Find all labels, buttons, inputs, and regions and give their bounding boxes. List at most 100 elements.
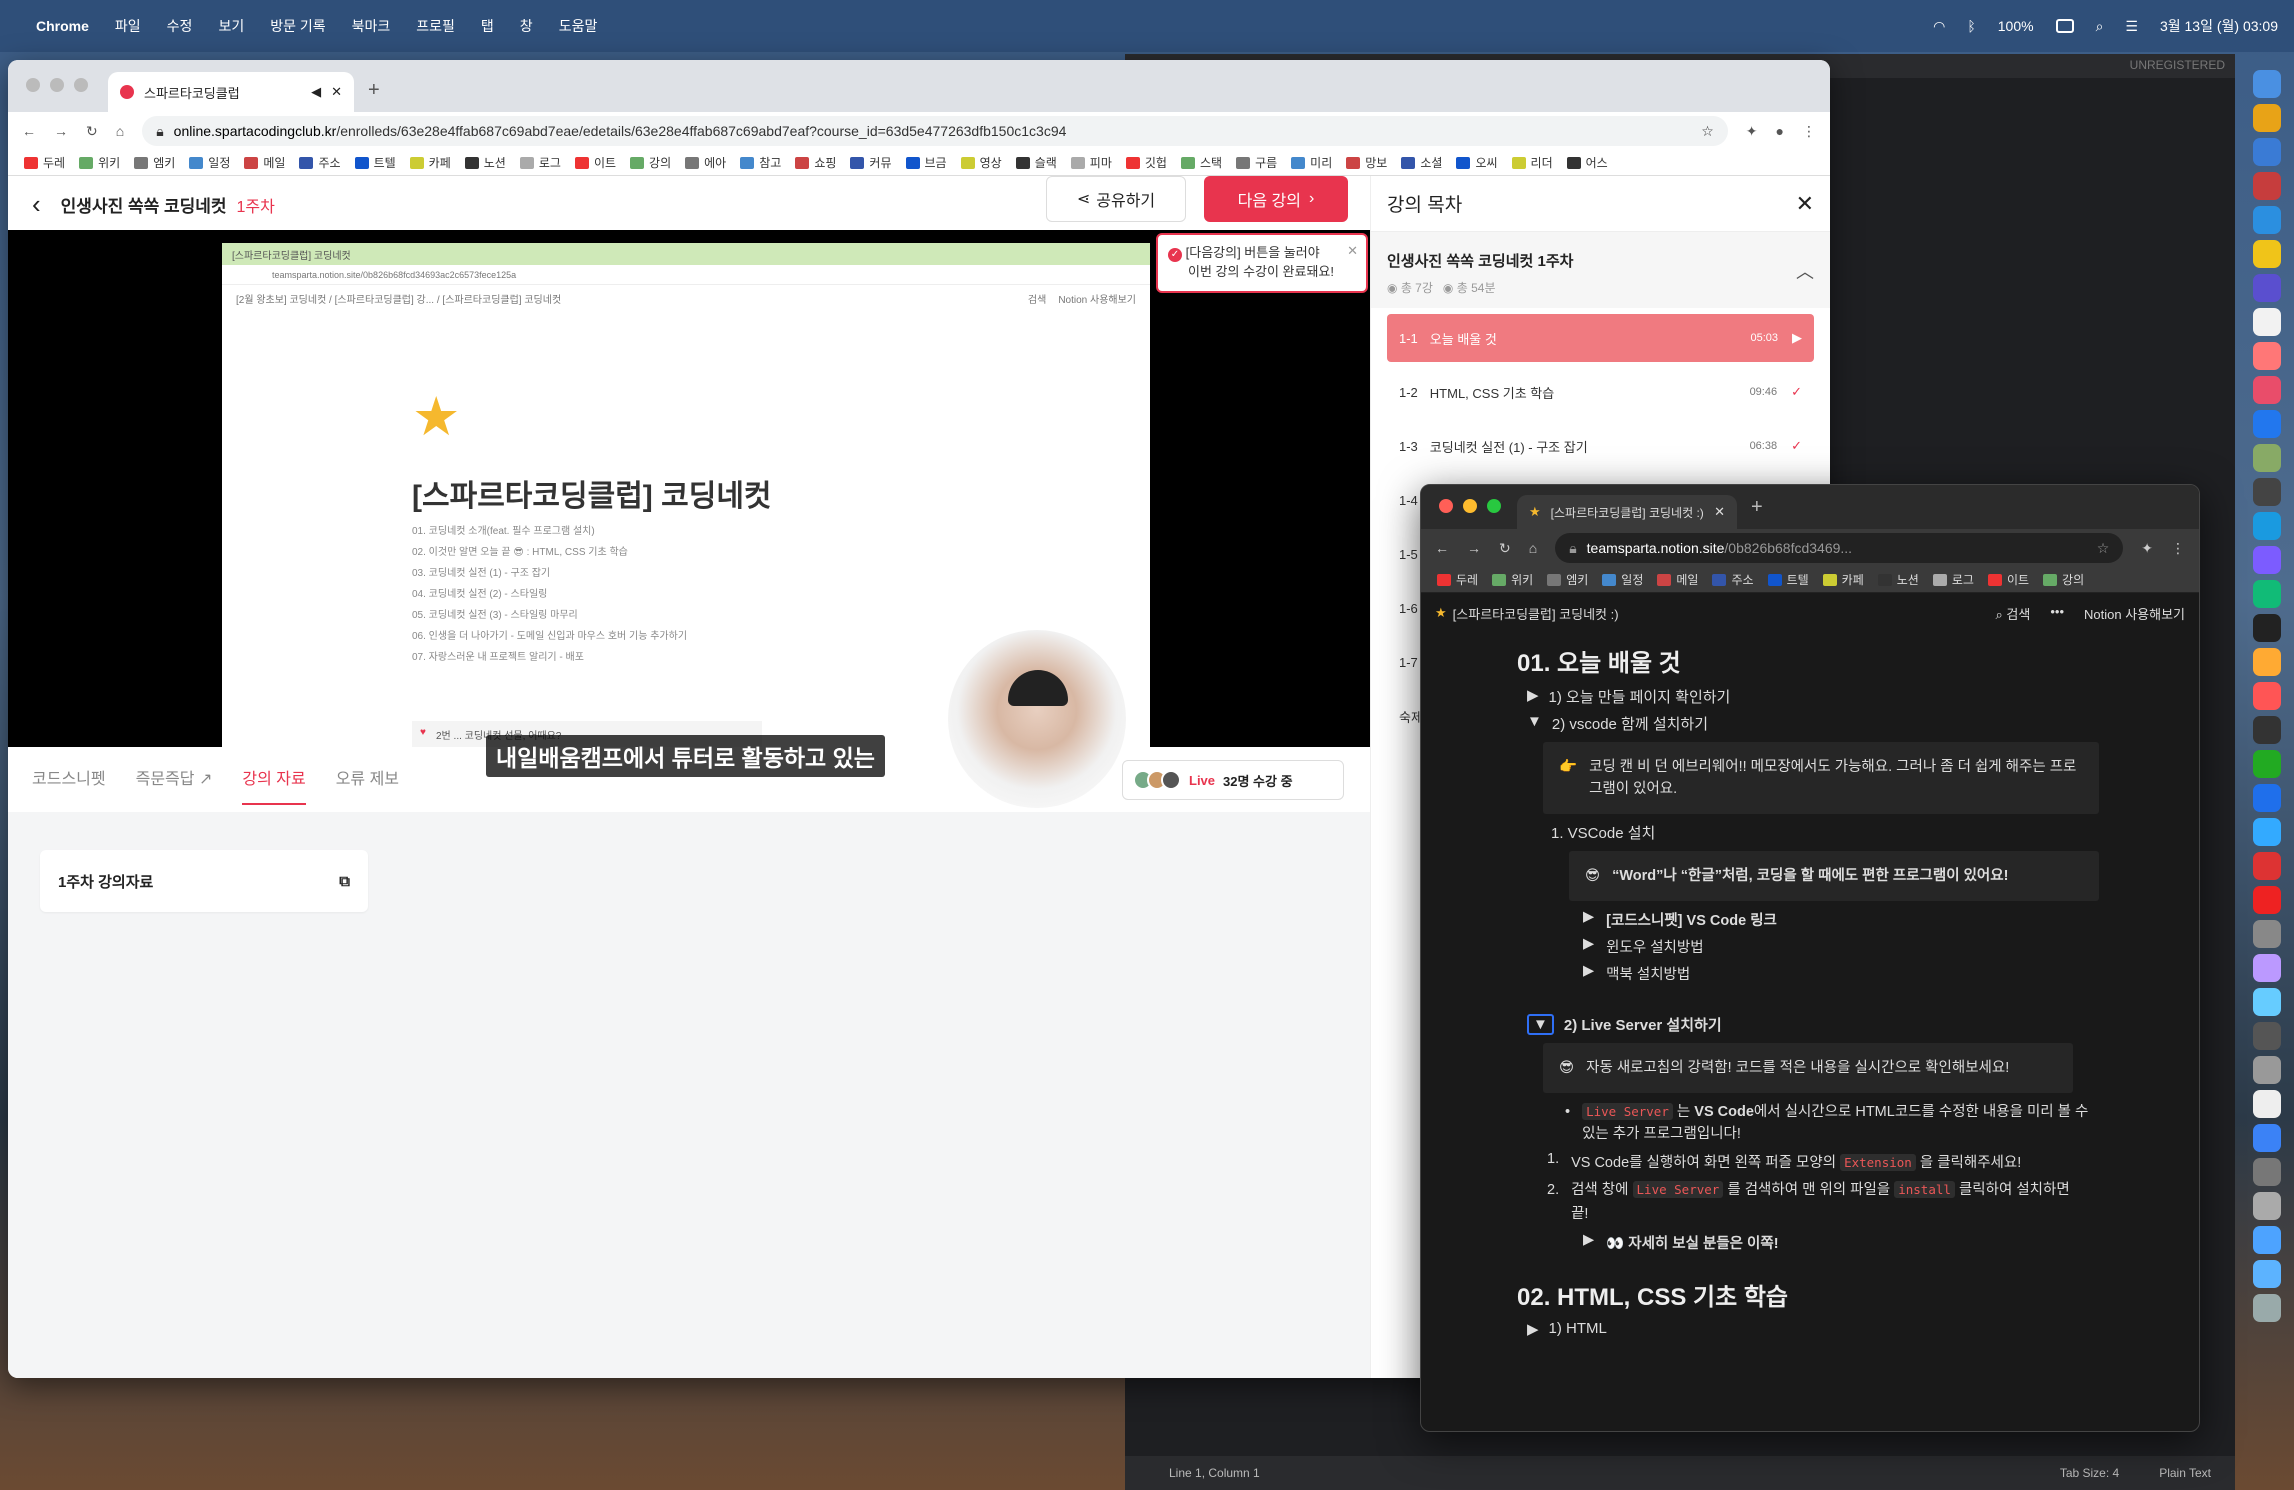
- dock-app-icon[interactable]: [2253, 376, 2281, 404]
- bookmark-item[interactable]: 트텔: [1767, 571, 1809, 588]
- bookmark-item[interactable]: 위키: [79, 154, 120, 171]
- bookmark-item[interactable]: 주소: [299, 154, 341, 171]
- bookmark-item[interactable]: 두레: [24, 154, 65, 171]
- bookmark-item[interactable]: 일정: [189, 154, 230, 171]
- editor-tab-size[interactable]: Tab Size: 4: [2060, 1466, 2119, 1480]
- wifi-icon[interactable]: ◠: [1933, 18, 1945, 35]
- dock-app-icon[interactable]: [2253, 546, 2281, 574]
- bookmark-item[interactable]: 망보: [1346, 154, 1387, 171]
- dock-app-icon[interactable]: [2253, 1124, 2281, 1152]
- minimize-window-button[interactable]: [1463, 499, 1477, 513]
- toggle-collapsed-icon[interactable]: ▶: [1583, 936, 1594, 957]
- bookmark-item[interactable]: 트텔: [354, 154, 396, 171]
- dock-app-icon[interactable]: [2253, 818, 2281, 846]
- bookmark-item[interactable]: 이트: [574, 154, 616, 171]
- toggle-collapsed-icon[interactable]: ▶: [1583, 963, 1594, 984]
- dock-app-icon[interactable]: [2253, 512, 2281, 540]
- lesson-item[interactable]: 1-2 HTML, CSS 기초 학습 09:46 ✓: [1387, 368, 1814, 416]
- bookmark-star-icon[interactable]: ☆: [2097, 540, 2110, 557]
- zoom-window-button[interactable]: [1487, 499, 1501, 513]
- toggle-item[interactable]: ▶ 윈도우 설치방법: [1583, 936, 2199, 957]
- toggle-expanded-icon[interactable]: ▼: [1527, 713, 1542, 734]
- dock-app-icon[interactable]: [2253, 410, 2281, 438]
- bookmark-item[interactable]: 참고: [740, 154, 781, 171]
- bookmark-item[interactable]: 두레: [1437, 571, 1478, 588]
- bookmark-item[interactable]: 메일: [1657, 571, 1698, 588]
- dock-app-icon[interactable]: [2253, 444, 2281, 472]
- toggle-item[interactable]: ▶ [코드스니펫] VS Code 링크: [1583, 909, 2199, 930]
- dock-app-icon[interactable]: [2253, 308, 2281, 336]
- toggle-item[interactable]: ▼ 2) Live Server 설치하기: [1527, 1014, 2199, 1035]
- bookmark-item[interactable]: 소셜: [1401, 154, 1442, 171]
- dock-app-icon[interactable]: [2253, 478, 2281, 506]
- bookmark-item[interactable]: 피마: [1070, 154, 1112, 171]
- control-center-icon[interactable]: ☰: [2125, 18, 2138, 35]
- back-arrow-icon[interactable]: ‹: [32, 189, 41, 220]
- bookmark-item[interactable]: 강의: [630, 154, 671, 171]
- more-icon[interactable]: •••: [2050, 604, 2064, 623]
- video-player[interactable]: [스파르타코딩클럽] 코딩네컷 teamsparta.notion.site/0…: [8, 230, 1370, 808]
- menu-file[interactable]: 파일: [115, 16, 141, 36]
- dock-app-icon[interactable]: [2253, 172, 2281, 200]
- extensions-icon[interactable]: ✦: [1746, 123, 1758, 140]
- tab-report-error[interactable]: 오류 제보: [336, 765, 399, 805]
- bookmark-item[interactable]: 카페: [1822, 571, 1864, 588]
- back-icon[interactable]: ←: [22, 123, 36, 139]
- bookmark-item[interactable]: 노션: [464, 154, 506, 171]
- dock-app-icon[interactable]: [2253, 954, 2281, 982]
- toggle-item[interactable]: ▶ 1) HTML: [1527, 1320, 2199, 1338]
- next-lecture-button[interactable]: 다음 강의 ›: [1204, 176, 1348, 222]
- dock-app-icon[interactable]: [2253, 682, 2281, 710]
- close-window-button[interactable]: [1439, 499, 1453, 513]
- extensions-icon[interactable]: ✦: [2141, 540, 2153, 557]
- bookmark-item[interactable]: 위키: [1492, 571, 1533, 588]
- close-window-button[interactable]: [26, 78, 40, 92]
- notion-browser-tab[interactable]: ★ [스파르타코딩클럽] 코딩네컷 :) ✕: [1517, 495, 1737, 529]
- bookmark-item[interactable]: 어스: [1566, 154, 1608, 171]
- back-icon[interactable]: ←: [1435, 540, 1449, 556]
- dock-app-icon[interactable]: [2253, 716, 2281, 744]
- close-tab-icon[interactable]: ✕: [331, 84, 342, 100]
- dock-app-icon[interactable]: [2253, 920, 2281, 948]
- dock-app-icon[interactable]: [2253, 138, 2281, 166]
- chevron-up-icon[interactable]: ︿: [1796, 258, 1814, 284]
- menu-window[interactable]: 창: [520, 16, 533, 36]
- dock-app-icon[interactable]: [2253, 1022, 2281, 1050]
- dock-app-icon[interactable]: [2253, 988, 2281, 1016]
- zoom-window-button[interactable]: [74, 78, 88, 92]
- bookmark-item[interactable]: 스택: [1180, 154, 1222, 171]
- toggle-collapsed-icon[interactable]: ▶: [1583, 909, 1594, 930]
- toggle-expanded-icon[interactable]: ▼: [1527, 1014, 1554, 1035]
- share-button[interactable]: ⋖ 공유하기: [1046, 176, 1186, 222]
- notion-url-field[interactable]: 🔒︎ teamsparta.notion.site/0b826b68fcd346…: [1555, 533, 2124, 563]
- toggle-item[interactable]: ▶ 👀 자세히 보실 분들은 이쪽!: [1583, 1232, 2199, 1253]
- tab-qna[interactable]: 즉문즉답 ↗: [136, 765, 213, 805]
- lock-icon[interactable]: 🔒︎: [1569, 540, 1576, 557]
- menu-history[interactable]: 방문 기록: [270, 16, 325, 36]
- bookmark-item[interactable]: 커뮤: [850, 154, 892, 171]
- lock-icon[interactable]: 🔒︎: [156, 123, 163, 140]
- bookmark-item[interactable]: 로그: [1932, 571, 1974, 588]
- bookmark-item[interactable]: 오씨: [1456, 154, 1498, 171]
- forward-icon[interactable]: →: [1467, 540, 1481, 556]
- toggle-item[interactable]: ▶ 맥북 설치방법: [1583, 963, 2199, 984]
- curriculum-section[interactable]: 인생사진 쏙쏙 코딩네컷 1주차 ◉ 총 7강 ◉ 총 54분 ︿: [1371, 232, 1830, 308]
- dock-app-icon[interactable]: [2253, 104, 2281, 132]
- bookmark-item[interactable]: 메일: [244, 154, 285, 171]
- notion-page-breadcrumb[interactable]: [스파르타코딩클럽] 코딩네컷 :): [1453, 604, 1619, 623]
- menu-profiles[interactable]: 프로필: [416, 16, 455, 36]
- minimize-window-button[interactable]: [50, 78, 64, 92]
- dock-app-icon[interactable]: [2253, 1158, 2281, 1186]
- week1-materials-card[interactable]: 1주차 강의자료 ⧉: [40, 850, 368, 912]
- dock-app-icon[interactable]: [2253, 1192, 2281, 1220]
- toggle-item[interactable]: ▶ 1) 오늘 만들 페이지 확인하기: [1527, 686, 2199, 707]
- menu-view[interactable]: 보기: [218, 16, 244, 36]
- bookmark-item[interactable]: 주소: [1712, 571, 1754, 588]
- dock-app-icon[interactable]: [2253, 886, 2281, 914]
- home-icon[interactable]: ⌂: [116, 123, 124, 139]
- dock-app-icon[interactable]: [2253, 750, 2281, 778]
- dock-app-icon[interactable]: [2253, 206, 2281, 234]
- notion-try-button[interactable]: Notion 사용해보기: [2084, 604, 2185, 623]
- bookmark-item[interactable]: 엠키: [1547, 571, 1588, 588]
- menu-help[interactable]: 도움말: [559, 16, 598, 36]
